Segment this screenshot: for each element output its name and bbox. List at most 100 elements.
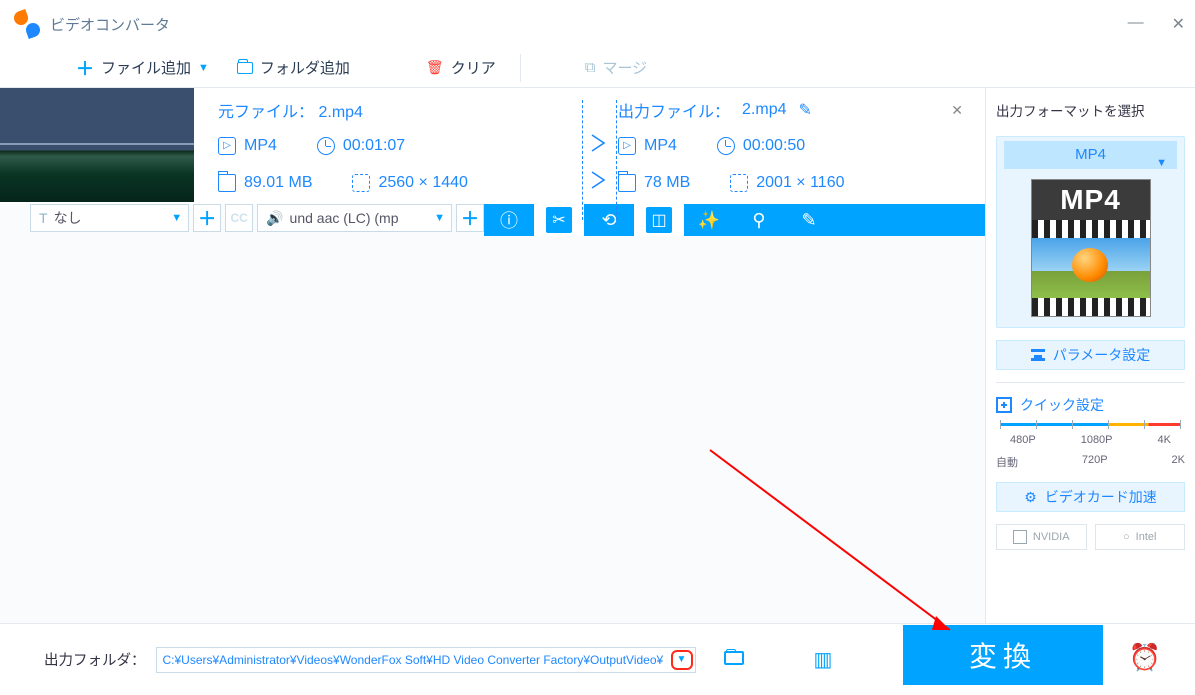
src-container: MP4	[244, 137, 277, 155]
clear-label: クリア	[451, 57, 496, 78]
output-format-title: 出力フォーマットを選択	[996, 100, 1185, 120]
intel-icon: ○	[1123, 531, 1130, 543]
plus-icon: ＋	[76, 55, 94, 81]
watermark-icon: ⚲	[752, 210, 765, 231]
convert-button[interactable]: 変換	[903, 625, 1103, 685]
cut-button[interactable]: ✂	[534, 204, 584, 236]
rotate-button[interactable]: ⟲	[584, 204, 634, 236]
convert-label: 変換	[969, 635, 1037, 675]
scissors-icon: ✂	[546, 207, 572, 233]
video-thumbnail[interactable]	[0, 88, 194, 202]
open-folder-button[interactable]	[724, 648, 744, 671]
clock-icon	[317, 137, 335, 155]
toolbar-separator	[520, 54, 521, 82]
effects-button[interactable]: ✨	[684, 204, 734, 236]
close-button[interactable]: ✕	[1172, 14, 1185, 34]
gpu-icon: ⚙	[1024, 489, 1037, 506]
edit-button[interactable]: ✎	[784, 204, 834, 236]
info-button[interactable]: ⓘ	[484, 204, 534, 236]
chevron-down-icon: ▼	[434, 212, 445, 224]
trash-icon: 🗑	[426, 59, 444, 76]
gpu-chip-intel-label: Intel	[1136, 531, 1157, 543]
parameter-settings-button[interactable]: パラメータ設定	[996, 340, 1185, 370]
scale-720p: 720P	[1082, 454, 1108, 470]
add-folder-button[interactable]: フォルダ追加	[223, 57, 364, 78]
pen-icon: ✎	[801, 210, 816, 231]
app-logo-icon	[14, 11, 40, 37]
chevron-down-icon: ▼	[1156, 149, 1167, 177]
out-size: 78 MB	[644, 174, 690, 192]
title-bar: ビデオコンバータ — ✕	[0, 0, 1195, 48]
footer: 出力フォルダ： C:¥Users¥Administrator¥Videos¥Wo…	[0, 623, 1195, 695]
main-column: 元ファイル： 2.mp4 出力ファイル： 2.mp4 ✎ ▷MP4 00:01:…	[0, 88, 985, 623]
add-audio-button[interactable]: ＋	[456, 204, 484, 232]
crop-button[interactable]: ◫	[634, 204, 684, 236]
src-size: 89.01 MB	[244, 174, 312, 192]
format-select[interactable]: MP4 ▼	[1004, 141, 1177, 169]
subtitle-value: なし	[54, 208, 82, 228]
info-icon: ⓘ	[500, 207, 518, 233]
gpu-chip-nvidia-label: NVIDIA	[1033, 531, 1070, 543]
add-file-button[interactable]: ＋ ファイル追加 ▼	[62, 55, 223, 81]
add-file-label: ファイル追加	[101, 57, 191, 78]
format-preview-icon: MP4	[1031, 179, 1151, 317]
open-output-button[interactable]: ▥	[814, 647, 833, 672]
format-big-label: MP4	[1032, 180, 1150, 220]
chevron-down-icon: ▼	[171, 212, 182, 224]
rename-output-icon[interactable]: ✎	[798, 100, 811, 120]
app-title: ビデオコンバータ	[50, 14, 170, 35]
file-metadata: 元ファイル： 2.mp4 出力ファイル： 2.mp4 ✎ ▷MP4 00:01:…	[194, 88, 985, 204]
folder-plus-icon	[237, 62, 253, 74]
clear-button[interactable]: 🗑 クリア	[412, 57, 510, 78]
output-file-name: 2.mp4	[742, 101, 786, 119]
scale-4k: 4K	[1158, 434, 1171, 446]
closed-caption-button[interactable]: CC	[225, 204, 253, 232]
gpu-chip-nvidia: NVIDIA	[996, 524, 1087, 550]
divider-dash	[616, 100, 617, 220]
quick-settings-label: クイック設定	[1020, 395, 1104, 415]
gpu-accel-label: ビデオカード加速	[1045, 487, 1157, 507]
quality-slider[interactable]	[996, 423, 1185, 426]
alarm-clock-icon: ⏰	[1129, 642, 1161, 673]
watermark-button[interactable]: ⚲	[734, 204, 784, 236]
nvidia-icon	[1013, 530, 1027, 544]
merge-button[interactable]: ⧉ マージ	[571, 57, 661, 78]
merge-icon: ⧉	[585, 59, 596, 76]
quick-settings: クイック設定 480P 1080P 4K 自動 720P 2K	[996, 395, 1185, 470]
merge-label: マージ	[602, 57, 647, 78]
scale-480p: 480P	[1010, 434, 1036, 446]
subtitle-select[interactable]: T なし ▼	[30, 204, 189, 232]
output-folder-dropdown[interactable]: ▼	[671, 650, 693, 670]
src-duration: 00:01:07	[343, 137, 405, 155]
src-resolution: 2560 × 1440	[378, 174, 467, 192]
remove-item-button[interactable]: ✕	[951, 102, 963, 119]
output-file-label: 出力ファイル：	[618, 98, 730, 122]
add-subtitle-button[interactable]: ＋	[193, 204, 221, 232]
parameter-label: パラメータ設定	[1053, 345, 1151, 365]
main-toolbar: ＋ ファイル追加 ▼ フォルダ追加 🗑 クリア ⧉ マージ	[0, 48, 1195, 88]
format-value: MP4	[1075, 146, 1106, 163]
folder-icon	[724, 651, 744, 665]
source-file-name: 2.mp4	[318, 104, 362, 121]
chevron-down-icon: ▼	[198, 62, 209, 74]
output-folder-value: C:¥Users¥Administrator¥Videos¥WonderFox …	[163, 653, 664, 667]
out-resolution: 2001 × 1160	[756, 174, 844, 192]
resolution-icon	[352, 174, 370, 192]
sliders-icon	[1031, 349, 1045, 361]
output-folder-label: 出力フォルダ：	[44, 649, 146, 670]
file-item-row: 元ファイル： 2.mp4 出力ファイル： 2.mp4 ✎ ▷MP4 00:01:…	[0, 88, 985, 204]
sidebar: 出力フォーマットを選択 MP4 ▼ MP4 パラメータ設定 クイック設定 480…	[985, 88, 1195, 623]
audio-track-select[interactable]: 🔊 und aac (LC) (mp ▼	[257, 204, 452, 232]
schedule-button[interactable]: ⏰	[1125, 637, 1165, 677]
text-icon: T	[39, 210, 48, 226]
rotate-icon: ⟲	[601, 210, 616, 231]
output-folder-input[interactable]: C:¥Users¥Administrator¥Videos¥WonderFox …	[156, 647, 696, 673]
source-file-label: 元ファイル：	[218, 104, 314, 121]
gpu-accel-button[interactable]: ⚙ ビデオカード加速	[996, 482, 1185, 512]
resolution-icon	[730, 174, 748, 192]
item-action-bar: T なし ▼ ＋ CC 🔊 und aac (LC) (mp ▼ ＋ ⓘ ✂ ⟲…	[0, 204, 985, 236]
effects-icon: ✨	[698, 210, 720, 231]
arrow-right-icon	[588, 132, 610, 154]
add-folder-label: フォルダ追加	[260, 57, 350, 78]
minimize-button[interactable]: —	[1128, 14, 1144, 34]
